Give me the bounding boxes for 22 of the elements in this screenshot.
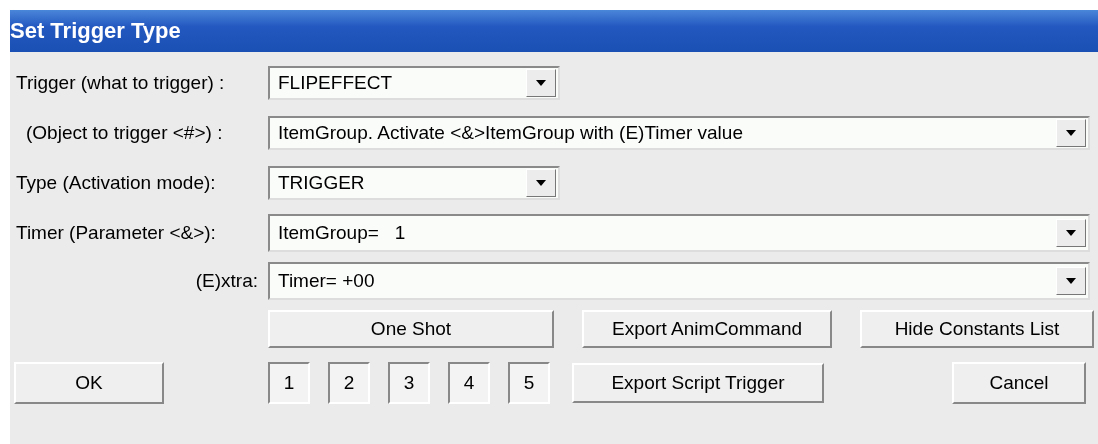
field-label: (Object to trigger <#>) : bbox=[25, 122, 224, 144]
ok-button[interactable]: OK bbox=[14, 362, 164, 404]
mask-toggle[interactable]: 3 bbox=[388, 362, 430, 404]
dropdown[interactable]: Timer= +00 bbox=[268, 262, 1090, 300]
field-label: (E)xtra: bbox=[194, 270, 259, 292]
dialog-button[interactable]: Hide Constants List bbox=[860, 310, 1094, 348]
field-label: Timer (Parameter <&>): bbox=[15, 222, 217, 244]
mask-toggle[interactable]: 1 bbox=[268, 362, 310, 404]
window-title: Set Trigger Type bbox=[10, 10, 1098, 52]
field-label: Trigger (what to trigger) : bbox=[15, 72, 226, 94]
dropdown[interactable]: ItemGroup. Activate <&>ItemGroup with (E)Timer value bbox=[268, 116, 1090, 150]
dialog-button[interactable]: Export AnimCommand bbox=[582, 310, 832, 348]
dropdown[interactable]: ItemGroup= 1 bbox=[268, 214, 1090, 252]
dropdown[interactable]: TRIGGER bbox=[268, 166, 560, 200]
export-script-button[interactable]: Export Script Trigger bbox=[572, 363, 824, 403]
dropdown[interactable]: FLIPEFFECT bbox=[268, 66, 560, 100]
dialog-button[interactable]: One Shot bbox=[268, 310, 554, 348]
mask-toggle[interactable]: 4 bbox=[448, 362, 490, 404]
cancel-button[interactable]: Cancel bbox=[952, 362, 1086, 404]
field-label: Type (Activation mode): bbox=[15, 172, 217, 194]
mask-toggle[interactable]: 5 bbox=[508, 362, 550, 404]
mask-toggle[interactable]: 2 bbox=[328, 362, 370, 404]
